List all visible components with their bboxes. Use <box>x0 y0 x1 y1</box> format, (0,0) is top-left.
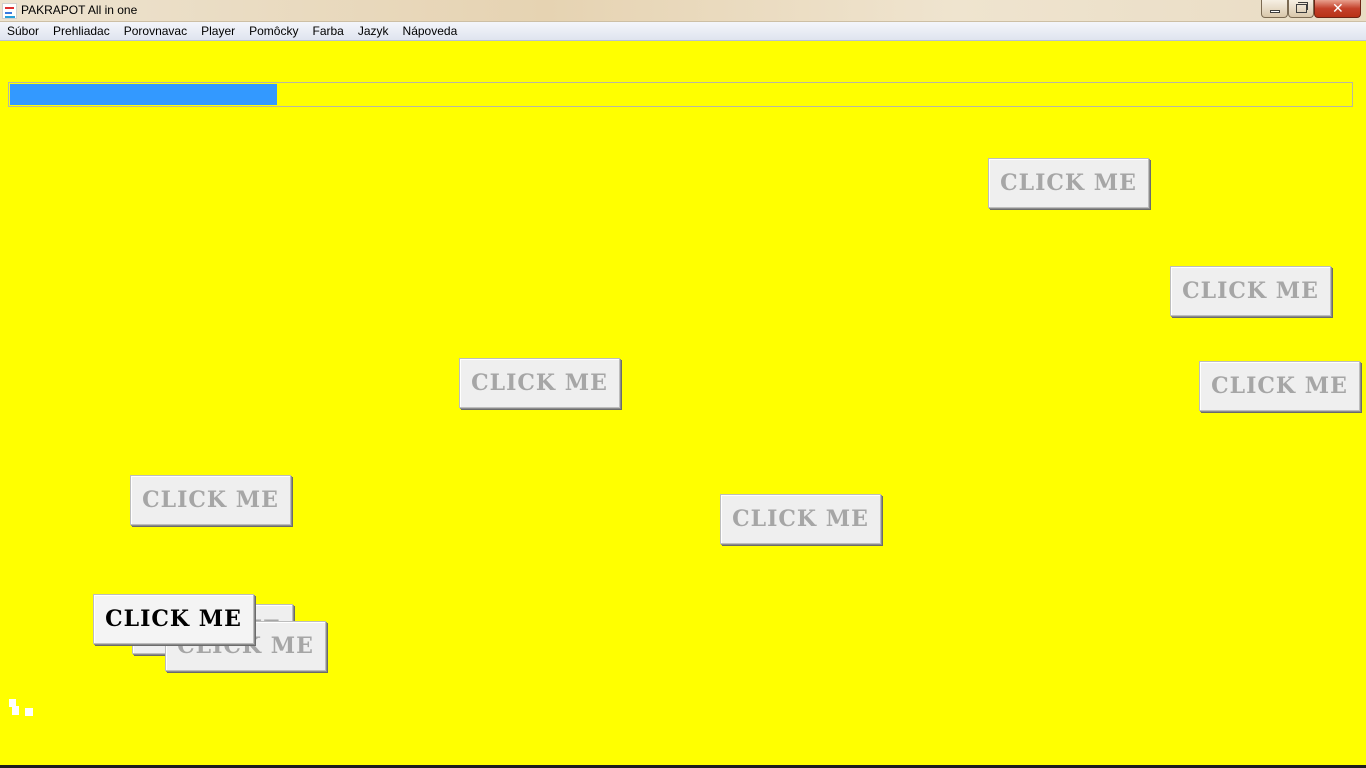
menu-pomocky[interactable]: Pomôcky <box>242 22 305 41</box>
title-bar: PAKRAPOT All in one ✕ <box>0 0 1366 22</box>
click-me-button[interactable]: CLICK ME <box>1170 266 1331 316</box>
click-me-button[interactable]: CLICK ME <box>720 494 881 544</box>
close-button[interactable]: ✕ <box>1314 0 1361 18</box>
menu-player[interactable]: Player <box>194 22 242 41</box>
click-me-button[interactable]: CLICK ME <box>130 475 291 525</box>
menu-prehliadac[interactable]: Prehliadac <box>46 22 117 41</box>
progress-fill <box>10 84 277 105</box>
menu-napoveda[interactable]: Nápoveda <box>396 22 465 41</box>
close-icon: ✕ <box>1332 1 1344 17</box>
menu-bar: Súbor Prehliadac Porovnavac Player Pomôc… <box>0 22 1366 41</box>
window-title: PAKRAPOT All in one <box>21 3 138 17</box>
click-me-button[interactable]: CLICK ME <box>988 158 1149 208</box>
app-icon[interactable] <box>2 3 17 19</box>
click-me-button-active[interactable]: CLICK ME <box>93 594 254 644</box>
progress-bar <box>8 82 1353 107</box>
minimize-button[interactable] <box>1261 0 1288 18</box>
marker-dot <box>12 706 19 715</box>
menu-subor[interactable]: Súbor <box>0 22 46 41</box>
maximize-button[interactable] <box>1288 0 1314 18</box>
menu-farba[interactable]: Farba <box>305 22 350 41</box>
minimize-icon <box>1270 10 1280 13</box>
click-me-button[interactable]: CLICK ME <box>1199 361 1360 411</box>
click-me-button[interactable]: CLICK ME <box>459 358 620 408</box>
marker-dot <box>25 708 33 716</box>
menu-jazyk[interactable]: Jazyk <box>351 22 396 41</box>
menu-porovnavac[interactable]: Porovnavac <box>117 22 194 41</box>
maximize-icon <box>1296 4 1307 13</box>
